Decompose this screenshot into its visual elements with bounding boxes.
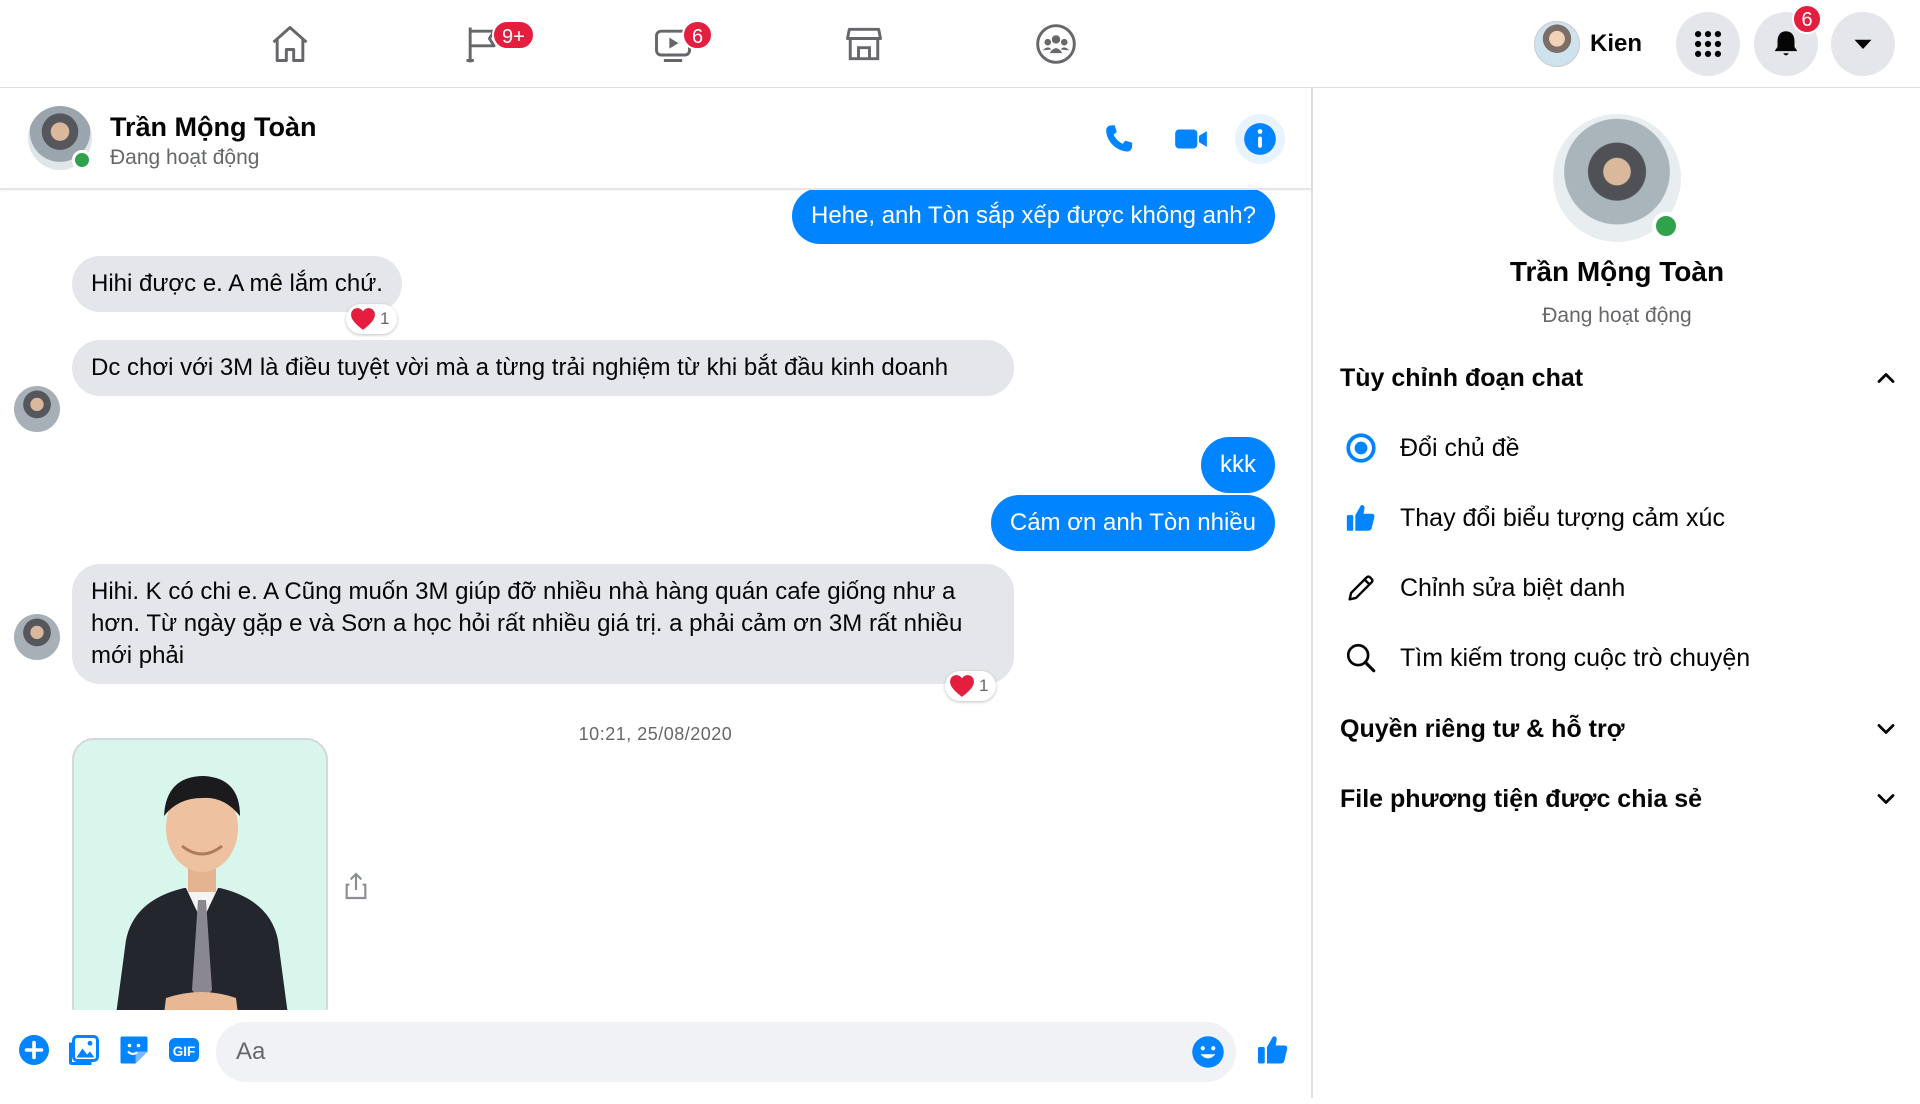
info-icon xyxy=(1244,123,1276,155)
notifications-badge: 6 xyxy=(1792,4,1822,34)
pencil-icon xyxy=(1340,567,1382,609)
conversation-info-button[interactable] xyxy=(1235,114,1285,164)
contact-name[interactable]: Trần Mộng Toàn xyxy=(110,112,316,143)
heart-icon xyxy=(351,308,375,330)
home-icon xyxy=(272,26,308,62)
groups-icon xyxy=(1036,24,1076,64)
message-outgoing[interactable]: Cám ơn anh Tòn nhiều xyxy=(990,495,1275,551)
notifications-button[interactable]: 6 xyxy=(1754,4,1822,76)
message-input[interactable] xyxy=(216,1022,1236,1082)
search-icon xyxy=(1340,637,1382,679)
option-label: Tìm kiếm trong cuộc trò chuyện xyxy=(1400,643,1751,672)
bell-icon xyxy=(1774,31,1798,56)
message-reaction[interactable]: 1 xyxy=(945,671,997,701)
section-shared-media[interactable]: File phương tiện được chia sẻ xyxy=(1340,774,1900,824)
emoji-icon[interactable] xyxy=(1190,1034,1226,1070)
online-indicator xyxy=(1652,212,1680,240)
thumbs-up-icon xyxy=(1258,1036,1288,1064)
chevron-up-icon xyxy=(1877,373,1895,383)
section-title: Quyền riêng tư & hỗ trợ xyxy=(1340,714,1625,743)
voice-call-button[interactable] xyxy=(1094,114,1144,164)
nav-tab-home[interactable] xyxy=(245,12,335,76)
account-menu-button[interactable] xyxy=(1831,12,1895,76)
thumbs-up-icon xyxy=(1340,497,1382,539)
option-label: Chỉnh sửa biệt danh xyxy=(1400,573,1626,602)
nav-tab-groups[interactable] xyxy=(1011,12,1101,76)
menu-button[interactable] xyxy=(1676,12,1740,76)
message-outgoing[interactable]: kkk xyxy=(1201,437,1275,493)
chevron-down-icon xyxy=(1877,794,1895,804)
online-indicator xyxy=(72,150,92,170)
chat-panel: Trần Mộng Toàn Đang hoạt động Hehe, anh … xyxy=(0,88,1313,1098)
message-incoming[interactable]: Dc chơi với 3M là điều tuyệt vời mà a từ… xyxy=(72,340,1014,396)
message-incoming[interactable]: Hihi. K có chi e. A Cũng muốn 3M giúp đỡ… xyxy=(72,564,1014,684)
heart-icon xyxy=(950,675,974,697)
avatar xyxy=(1534,21,1580,67)
svg-text:GIF: GIF xyxy=(173,1044,196,1059)
photo-message[interactable] xyxy=(72,738,328,1010)
plus-circle-icon xyxy=(19,1035,49,1065)
theme-icon xyxy=(1340,427,1382,469)
contact-status: Đang hoạt động xyxy=(110,146,260,169)
message-list[interactable]: Hehe, anh Tòn sắp xếp được không anh? Hi… xyxy=(0,190,1311,1010)
pages-badge: 9+ xyxy=(492,20,535,50)
more-actions-button[interactable] xyxy=(14,1030,54,1070)
send-like-button[interactable] xyxy=(1253,1030,1293,1070)
watch-badge: 6 xyxy=(682,20,714,50)
option-change-theme[interactable]: Đổi chủ đề xyxy=(1340,422,1900,474)
sender-avatar[interactable] xyxy=(14,386,60,432)
option-edit-nickname[interactable]: Chỉnh sửa biệt danh xyxy=(1340,562,1900,614)
gif-icon: GIF xyxy=(169,1038,199,1062)
message-composer: GIF xyxy=(0,1010,1311,1098)
section-title: Tùy chỉnh đoạn chat xyxy=(1340,363,1584,392)
photo-icon xyxy=(69,1035,99,1065)
reaction-count: 1 xyxy=(979,676,989,695)
chat-header: Trần Mộng Toàn Đang hoạt động xyxy=(0,88,1311,190)
caret-down-icon xyxy=(1854,39,1872,49)
top-navigation-bar: 9+ 6 Kien 6 xyxy=(0,0,1920,88)
section-title: File phương tiện được chia sẻ xyxy=(1340,784,1703,813)
info-contact-name: Trần Mộng Toàn xyxy=(1509,256,1725,287)
video-camera-icon xyxy=(1175,129,1207,149)
reaction-count: 1 xyxy=(380,309,390,328)
sticker-button[interactable] xyxy=(114,1030,154,1070)
chevron-down-icon xyxy=(1877,724,1895,734)
message-reaction[interactable]: 1 xyxy=(346,304,398,334)
nav-tab-watch[interactable]: 6 xyxy=(628,12,718,76)
video-call-button[interactable] xyxy=(1166,114,1216,164)
message-outgoing[interactable]: Hehe, anh Tòn sắp xếp được không anh? xyxy=(791,190,1275,244)
conversation-info-panel: Trần Mộng Toàn Đang hoạt động Tùy chỉnh … xyxy=(1314,88,1920,1098)
sender-avatar[interactable] xyxy=(14,614,60,660)
info-contact-status: Đang hoạt động xyxy=(1542,304,1692,327)
sticker-icon xyxy=(120,1036,148,1064)
option-label: Thay đổi biểu tượng cảm xúc xyxy=(1400,503,1725,532)
section-customize-chat[interactable]: Tùy chỉnh đoạn chat xyxy=(1340,353,1900,403)
attach-photo-button[interactable] xyxy=(64,1030,104,1070)
grid-menu-icon xyxy=(1694,30,1722,58)
option-change-emoji[interactable]: Thay đổi biểu tượng cảm xúc xyxy=(1340,492,1900,544)
gif-button[interactable]: GIF xyxy=(164,1030,204,1070)
profile-name: Kien xyxy=(1590,30,1643,57)
person-portrait-image xyxy=(74,740,326,1010)
nav-tab-marketplace[interactable] xyxy=(819,12,909,76)
profile-chip[interactable]: Kien xyxy=(1530,16,1656,72)
nav-tab-pages[interactable]: 9+ xyxy=(438,12,535,76)
option-search-conversation[interactable]: Tìm kiếm trong cuộc trò chuyện xyxy=(1340,632,1900,684)
section-privacy-support[interactable]: Quyền riêng tư & hỗ trợ xyxy=(1340,704,1900,754)
share-icon[interactable] xyxy=(340,870,372,902)
phone-icon xyxy=(1106,125,1133,152)
marketplace-icon xyxy=(846,27,882,61)
message-incoming[interactable]: Hihi được e. A mê lắm chứ. xyxy=(72,256,402,312)
option-label: Đổi chủ đề xyxy=(1400,433,1520,462)
